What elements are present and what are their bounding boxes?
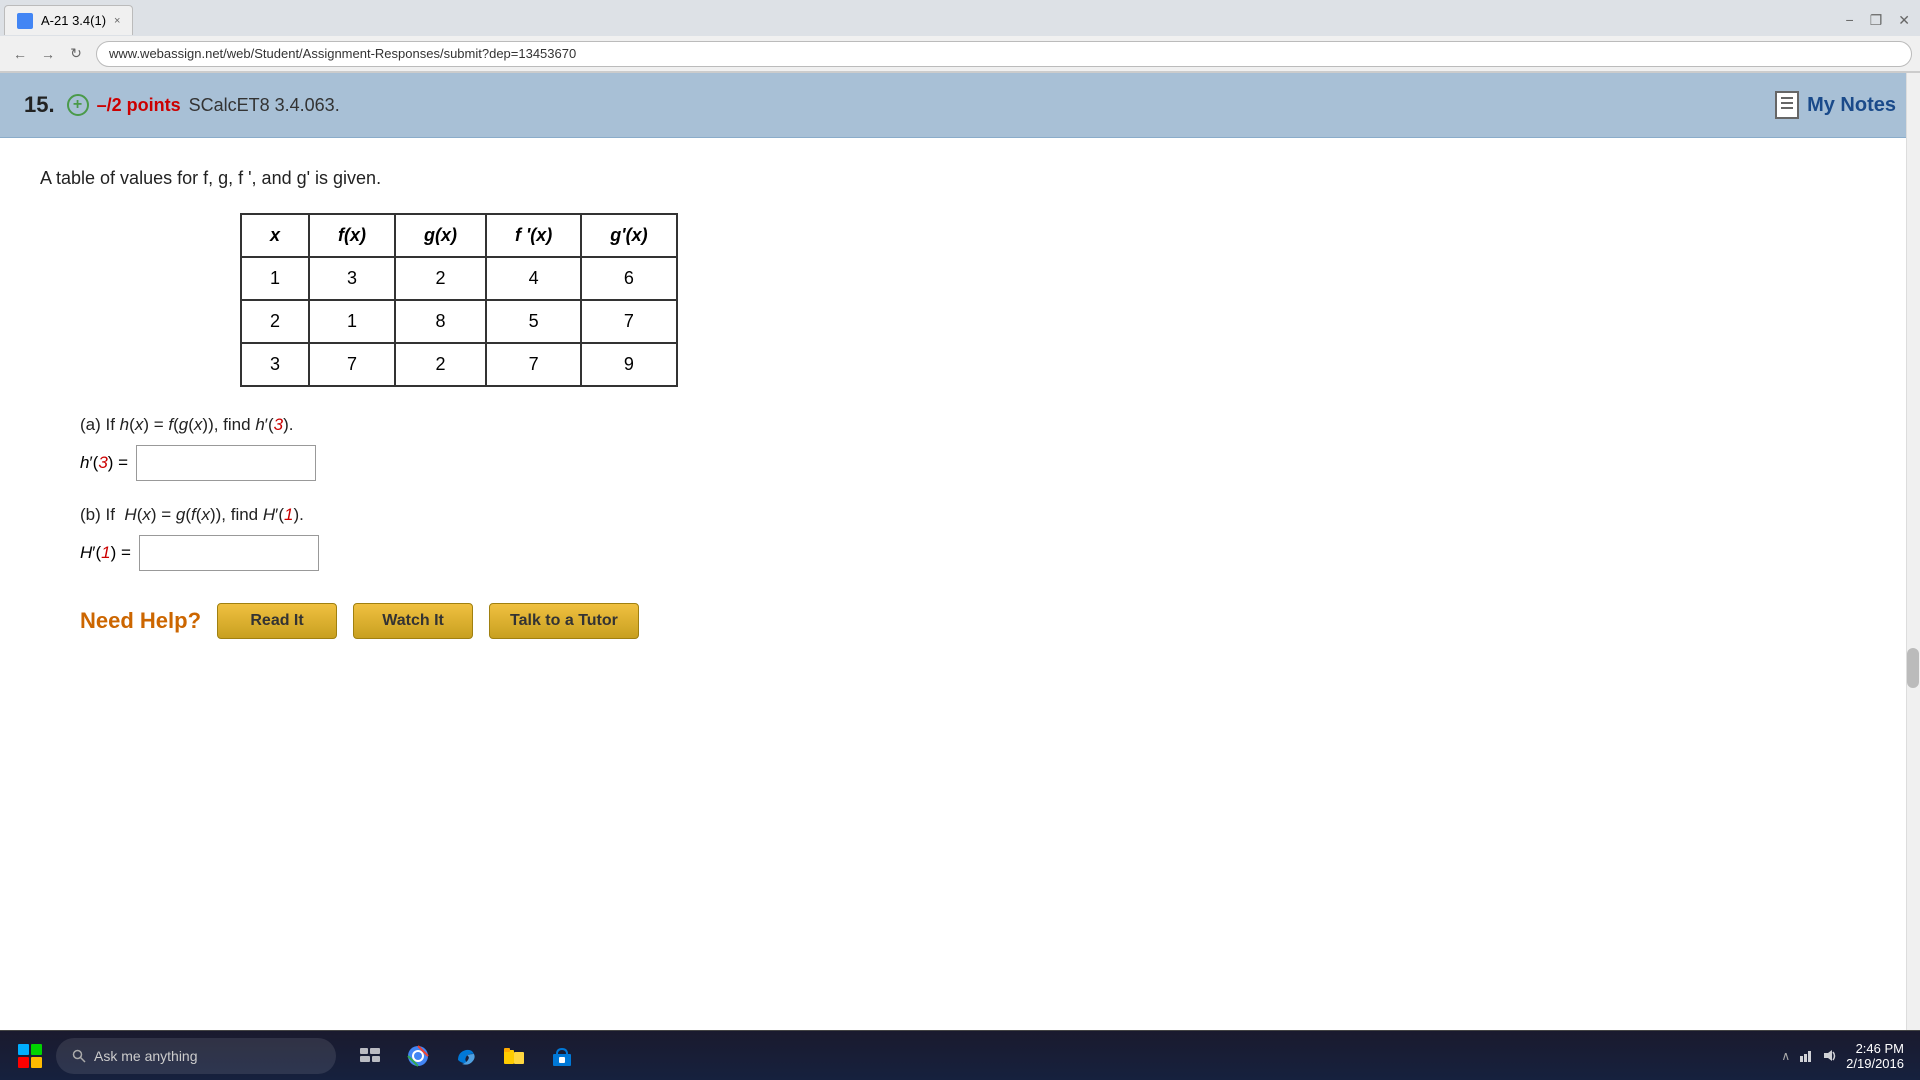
part-a-label: h′(3) = [80, 453, 128, 473]
clock-time: 2:46 PM [1846, 1041, 1904, 1056]
scrollbar-thumb[interactable] [1907, 648, 1919, 688]
part-a-input[interactable] [136, 445, 316, 481]
table-cell: 7 [581, 300, 676, 343]
system-tray: ∧ [1781, 1048, 1838, 1064]
window-minimize-button[interactable]: − [1840, 10, 1860, 30]
read-it-button[interactable]: Read It [217, 603, 337, 639]
tab-favicon [17, 13, 33, 29]
edge-icon [454, 1044, 478, 1068]
table-cell: 9 [581, 343, 676, 386]
my-notes-button[interactable]: My Notes [1775, 91, 1896, 119]
table-cell: 3 [241, 343, 309, 386]
taskbar-apps [348, 1034, 584, 1078]
table-cell: 1 [241, 257, 309, 300]
start-button[interactable] [8, 1034, 52, 1078]
nav-buttons: ← → ↻ [8, 42, 88, 66]
address-bar: ← → ↻ [0, 36, 1920, 72]
taskbar-search[interactable]: Ask me anything [56, 1038, 336, 1074]
file-explorer-taskbar-button[interactable] [492, 1034, 536, 1078]
need-help-section: Need Help? Read It Watch It Talk to a Tu… [40, 603, 1760, 639]
my-notes-label: My Notes [1807, 94, 1896, 117]
question-body: A table of values for f, g, f ', and g' … [0, 138, 1800, 669]
network-icon [1798, 1048, 1814, 1064]
file-explorer-icon [502, 1044, 526, 1068]
table-row: 21857 [241, 300, 677, 343]
chrome-taskbar-button[interactable] [396, 1034, 440, 1078]
table-cell: 3 [309, 257, 395, 300]
notes-icon [1775, 91, 1799, 119]
question-header: 15. + –/2 points SCalcET8 3.4.063. My No… [0, 73, 1920, 138]
window-controls: − ❐ ✕ [1840, 10, 1920, 31]
watch-it-button[interactable]: Watch It [353, 603, 473, 639]
col-gx: g(x) [395, 214, 486, 257]
back-button[interactable]: ← [8, 42, 32, 66]
clock-date: 2/19/2016 [1846, 1056, 1904, 1071]
task-view-button[interactable] [348, 1034, 392, 1078]
table-cell: 2 [241, 300, 309, 343]
window-close-button[interactable]: ✕ [1892, 10, 1916, 31]
taskbar-right: ∧ 2:46 PM 2/19/2016 [1781, 1041, 1912, 1071]
taskbar: Ask me anything [0, 1030, 1920, 1080]
tab-bar: A-21 3.4(1) × − ❐ ✕ [0, 0, 1920, 36]
task-view-icon [360, 1048, 380, 1064]
need-help-label: Need Help? [80, 608, 201, 634]
taskbar-search-label: Ask me anything [94, 1048, 198, 1064]
table-cell: 2 [395, 257, 486, 300]
window-restore-button[interactable]: ❐ [1864, 10, 1889, 31]
table-row: 37279 [241, 343, 677, 386]
col-gpx: g'(x) [581, 214, 676, 257]
table-cell: 8 [395, 300, 486, 343]
forward-button[interactable]: → [36, 42, 60, 66]
search-icon [72, 1049, 86, 1063]
table-cell: 7 [309, 343, 395, 386]
url-input[interactable] [96, 41, 1912, 67]
table-cell: 5 [486, 300, 581, 343]
tab-title: A-21 3.4(1) [41, 13, 106, 28]
plus-icon[interactable]: + [67, 94, 89, 116]
table-cell: 1 [309, 300, 395, 343]
chrome-icon [406, 1044, 430, 1068]
values-table: x f(x) g(x) f '(x) g'(x) 132462185737279 [240, 213, 678, 387]
edge-taskbar-button[interactable] [444, 1034, 488, 1078]
problem-description: A table of values for f, g, f ', and g' … [40, 168, 1760, 189]
problem-id: SCalcET8 3.4.063. [189, 95, 340, 116]
table-cell: 2 [395, 343, 486, 386]
part-b-answer: H′(1) = [80, 535, 1760, 571]
table-cell: 6 [581, 257, 676, 300]
tab-close-button[interactable]: × [114, 15, 120, 27]
browser-chrome: A-21 3.4(1) × − ❐ ✕ ← → ↻ [0, 0, 1920, 73]
col-fx: f(x) [309, 214, 395, 257]
part-a-answer: h′(3) = [80, 445, 1760, 481]
browser-tab[interactable]: A-21 3.4(1) × [4, 5, 133, 35]
question-header-left: 15. + –/2 points SCalcET8 3.4.063. [24, 92, 340, 118]
tray-arrow[interactable]: ∧ [1781, 1049, 1790, 1063]
points-label: –/2 points [97, 95, 181, 116]
store-taskbar-button[interactable] [540, 1034, 584, 1078]
part-a-question: (a) If h(x) = f(g(x)), find h′(3). [80, 415, 1760, 435]
question-number: 15. [24, 92, 55, 118]
part-b: (b) If H(x) = g(f(x)), find H′(1). H′(1)… [40, 505, 1760, 571]
table-cell: 4 [486, 257, 581, 300]
col-x: x [241, 214, 309, 257]
windows-logo [18, 1044, 42, 1068]
part-b-question: (b) If H(x) = g(f(x)), find H′(1). [80, 505, 1760, 525]
clock[interactable]: 2:46 PM 2/19/2016 [1846, 1041, 1904, 1071]
part-b-input[interactable] [139, 535, 319, 571]
part-a: (a) If h(x) = f(g(x)), find h′(3). h′(3)… [40, 415, 1760, 481]
store-icon [550, 1044, 574, 1068]
content-area: 15. + –/2 points SCalcET8 3.4.063. My No… [0, 73, 1920, 1031]
refresh-button[interactable]: ↻ [64, 42, 88, 66]
volume-icon [1822, 1048, 1838, 1064]
talk-to-tutor-button[interactable]: Talk to a Tutor [489, 603, 639, 639]
table-row: 13246 [241, 257, 677, 300]
table-cell: 7 [486, 343, 581, 386]
part-b-label: H′(1) = [80, 543, 131, 563]
col-fpx: f '(x) [486, 214, 581, 257]
scrollbar[interactable] [1906, 73, 1920, 1031]
